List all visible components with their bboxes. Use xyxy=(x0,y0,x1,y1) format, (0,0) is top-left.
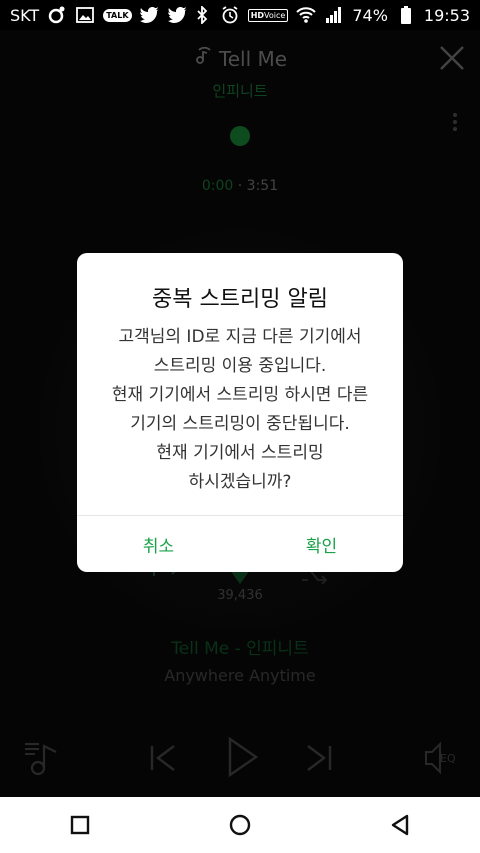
kakaotalk-icon: TALK xyxy=(103,8,132,22)
cancel-button[interactable]: 취소 xyxy=(77,516,240,572)
battery-percent: 74% xyxy=(352,5,388,25)
alarm-icon xyxy=(220,5,240,25)
confirm-button[interactable]: 확인 xyxy=(240,516,403,572)
gallery-icon xyxy=(75,5,95,25)
twitter-icon xyxy=(167,5,188,25)
dialog-buttons: 취소 확인 xyxy=(77,516,403,572)
dialog-message-line: 하시겠습니까? xyxy=(188,472,292,492)
dialog-title: 중복 스트리밍 알림 xyxy=(152,287,328,312)
twitter-icon xyxy=(139,5,160,25)
melon-icon xyxy=(47,5,67,25)
carrier-label: SKT xyxy=(10,5,40,25)
dialog-message-line: 현재 기기에서 스트리밍 하시면 다른 xyxy=(111,385,369,405)
dialog-message-line: 현재 기기에서 스트리밍 xyxy=(156,443,324,463)
dialog-message: 고객님의 ID로 지금 다른 기기에서 스트리밍 이용 중입니다. 현재 기기에… xyxy=(77,323,403,497)
home-icon[interactable] xyxy=(220,805,260,845)
status-bar: SKT TALK HD Voice 74% 19:53 xyxy=(0,0,480,30)
dialog-message-line: 기기의 스트리밍이 중단됩니다. xyxy=(130,414,350,434)
duplicate-streaming-dialog: 중복 스트리밍 알림 고객님의 ID로 지금 다른 기기에서 스트리밍 이용 중… xyxy=(77,253,403,572)
bluetooth-icon xyxy=(192,5,212,25)
dialog-message-line: 고객님의 ID로 지금 다른 기기에서 xyxy=(118,327,362,347)
recent-apps-icon[interactable] xyxy=(60,805,100,845)
battery-icon xyxy=(396,5,416,25)
back-icon[interactable] xyxy=(380,805,420,845)
signal-icon xyxy=(324,5,344,25)
android-nav-bar xyxy=(0,797,480,853)
clock: 19:53 xyxy=(423,5,470,25)
wifi-icon xyxy=(296,5,317,25)
hd-voice-icon: HD Voice xyxy=(247,8,289,22)
dialog-message-line: 스트리밍 이용 중입니다. xyxy=(153,356,327,376)
